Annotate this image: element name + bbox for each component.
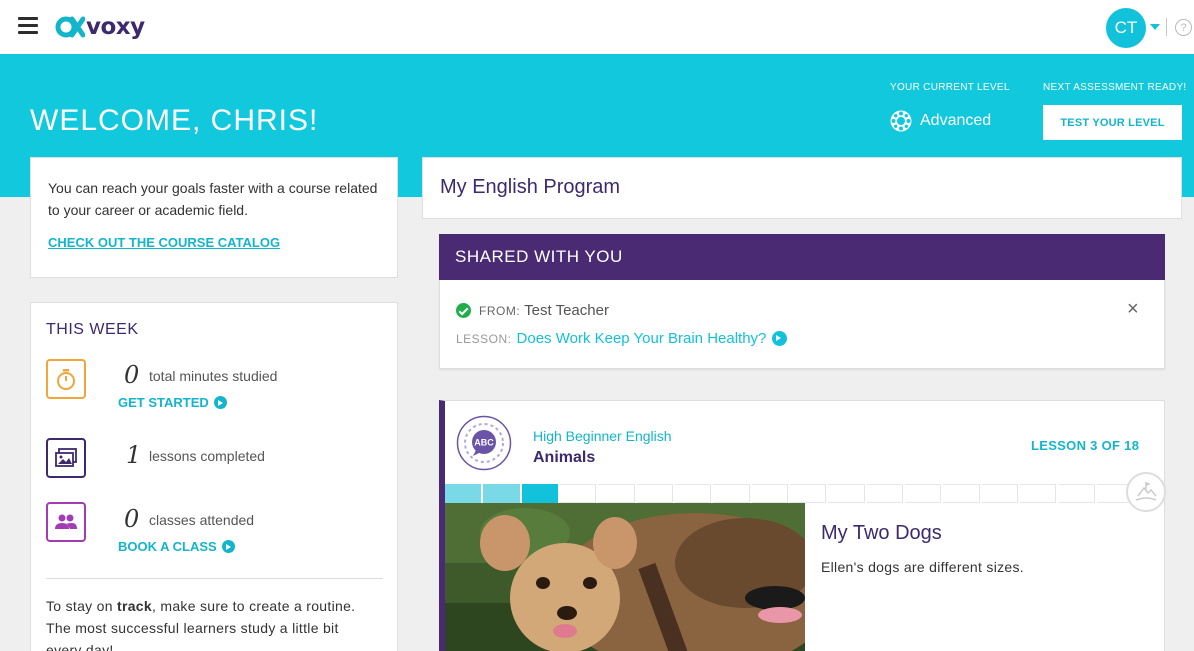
from-name: Test Teacher (524, 302, 609, 319)
arrow-right-icon (221, 540, 235, 553)
progress-segment[interactable] (483, 484, 520, 503)
progress-segment[interactable] (1058, 484, 1095, 503)
classes-attended-value: 0 (124, 505, 140, 533)
lesson-description: Ellen's dogs are different sizes. (821, 559, 1024, 575)
chevron-down-icon[interactable] (1150, 24, 1160, 30)
top-bar: voxy CT ? (0, 0, 1194, 54)
divider (46, 578, 383, 579)
progress-segment[interactable] (713, 484, 750, 503)
progress-segment[interactable] (828, 484, 865, 503)
lesson-title[interactable]: My Two Dogs (821, 522, 942, 545)
get-started-link[interactable]: GET STARTED (118, 395, 227, 410)
lesson-progress-bar (445, 484, 1135, 513)
divider (1166, 18, 1167, 36)
classes-attended-label: classes attended (149, 512, 255, 528)
minutes-studied-label: total minutes studied (149, 368, 278, 384)
progress-segment[interactable] (445, 484, 482, 503)
next-assessment-label: NEXT ASSESSMENT READY! (1043, 82, 1187, 93)
level-badge-icon (890, 110, 912, 132)
track-tip: To stay on track, make sure to create a … (46, 598, 356, 651)
close-icon[interactable]: × (1127, 298, 1139, 321)
course-catalog-card: You can reach your goals faster with a c… (30, 157, 398, 278)
lesson-count: LESSON 3 OF 18 (1031, 438, 1140, 453)
avatar[interactable]: CT (1106, 8, 1146, 48)
shared-lesson-card: FROM: Test Teacher LESSON: Does Work Kee… (439, 280, 1165, 369)
shared-from-row: FROM: Test Teacher (456, 302, 609, 319)
minutes-studied-value: 0 (124, 361, 140, 389)
progress-segment[interactable] (559, 484, 597, 503)
book-a-class-link[interactable]: BOOK A CLASS (118, 539, 235, 554)
stopwatch-icon (46, 359, 86, 399)
this-week-title: THIS WEEK (46, 321, 139, 338)
shared-with-you-header: SHARED WITH YOU (439, 234, 1165, 280)
current-level-value: Advanced (920, 112, 992, 129)
arrow-right-icon (772, 331, 788, 346)
lesson-image[interactable] (445, 503, 805, 651)
logo-text: voxy (86, 14, 145, 40)
abc-course-icon: ABC (456, 415, 512, 471)
people-icon (46, 502, 86, 542)
this-week-card: THIS WEEK 0 total minutes studied GET ST… (30, 302, 398, 651)
course-catalog-link[interactable]: CHECK OUT THE COURSE CATALOG (48, 235, 380, 250)
lessons-completed-value: 1 (126, 441, 142, 469)
lesson-label: LESSON: (456, 331, 512, 346)
menu-icon[interactable] (18, 17, 38, 35)
picture-icon (46, 438, 86, 478)
test-your-level-button[interactable]: TEST YOUR LEVEL (1043, 105, 1182, 140)
arrow-right-icon (213, 396, 227, 409)
progress-segment[interactable] (636, 484, 673, 503)
progress-segment[interactable] (751, 484, 788, 503)
progress-segment[interactable] (904, 484, 942, 503)
goal-text: You can reach your goals faster with a c… (48, 180, 378, 218)
progress-segment[interactable] (674, 484, 712, 503)
get-started-label: GET STARTED (118, 395, 209, 410)
logo-mark-icon (55, 16, 85, 38)
course-level: High Beginner English (533, 428, 672, 444)
progress-segment[interactable] (789, 484, 827, 503)
progress-segment[interactable] (866, 484, 903, 503)
progress-segment[interactable] (598, 484, 635, 503)
shared-lesson-link[interactable]: Does Work Keep Your Brain Healthy? (517, 330, 788, 347)
check-icon (456, 303, 471, 318)
abc-text: ABC (474, 438, 494, 448)
shared-lesson-row: LESSON: Does Work Keep Your Brain Health… (456, 330, 788, 347)
progress-segment[interactable] (943, 484, 980, 503)
current-level-label: YOUR CURRENT LEVEL (890, 82, 1010, 93)
from-label: FROM: (479, 303, 521, 318)
welcome-heading: WELCOME, CHRIS! (30, 104, 319, 137)
trophy-icon (1126, 472, 1166, 512)
program-title: My English Program (440, 176, 621, 198)
voxy-logo[interactable]: voxy (55, 11, 145, 43)
progress-segment[interactable] (521, 484, 558, 513)
current-level: Advanced (890, 110, 991, 132)
help-icon[interactable]: ? (1175, 19, 1192, 36)
course-card: ABC High Beginner English Animals LESSON… (439, 400, 1166, 651)
course-name: Animals (533, 449, 596, 466)
book-a-class-label: BOOK A CLASS (118, 539, 217, 554)
program-header: My English Program (422, 157, 1182, 219)
lessons-completed-label: lessons completed (149, 448, 265, 464)
progress-segment[interactable] (981, 484, 1018, 503)
progress-segment[interactable] (1019, 484, 1057, 503)
